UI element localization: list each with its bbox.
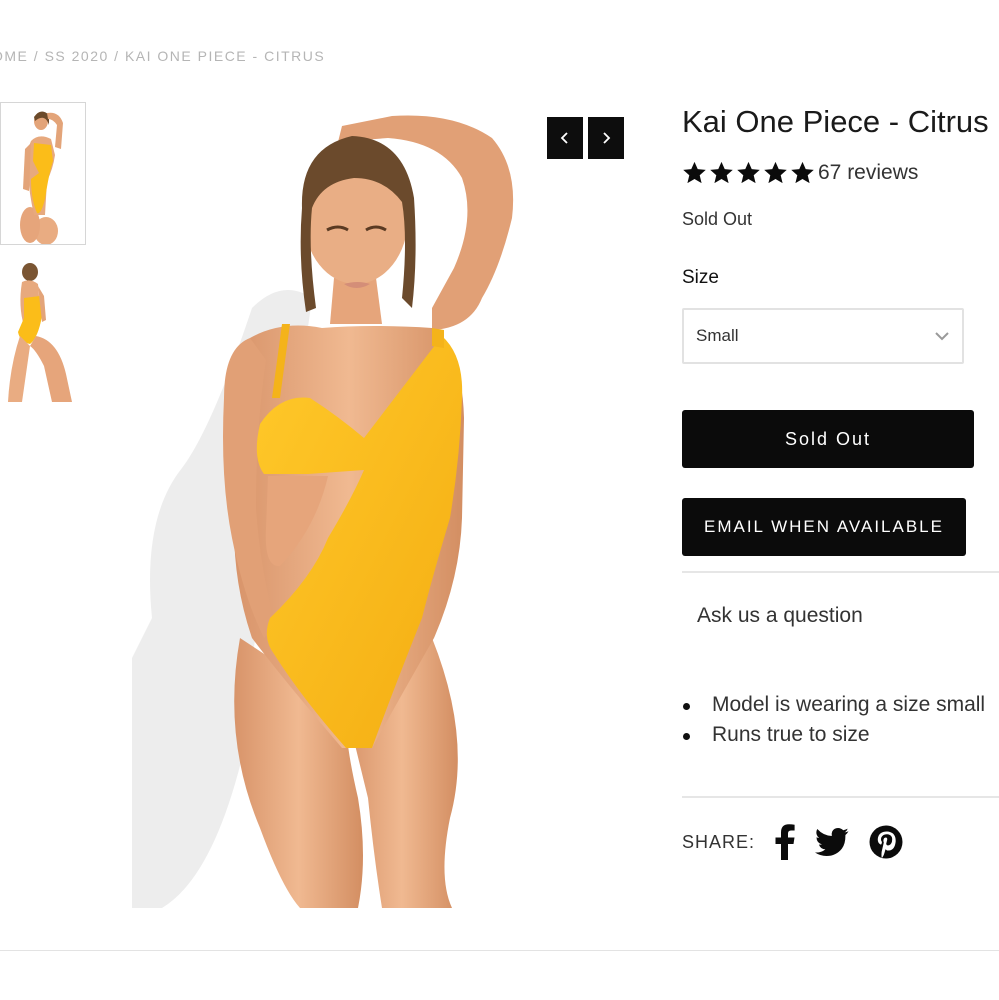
star-icon [710,161,733,184]
share-row: SHARE: [682,824,903,860]
ask-question-link[interactable]: Ask us a question [697,604,863,628]
reviews-count[interactable]: 67 reviews [818,161,918,185]
size-select[interactable]: Small [682,308,964,364]
thumbnail-front[interactable] [0,102,86,245]
breadcrumb-home[interactable]: OME [0,48,28,64]
product-photo-illustration [132,98,532,908]
star-icon [764,161,787,184]
size-label: Size [682,267,719,288]
star-icon [737,161,760,184]
twitter-icon[interactable] [815,828,849,856]
chevron-left-icon [560,132,568,144]
thumbnail-back[interactable] [0,256,76,402]
sold-out-button[interactable]: Sold Out [682,410,974,468]
list-item: Runs true to size [682,720,985,750]
pinterest-icon[interactable] [869,825,903,859]
divider [682,571,999,573]
breadcrumb-separator: / [28,48,45,64]
gallery-prev-button[interactable] [547,117,583,159]
product-main-image[interactable] [132,98,532,908]
star-icon [683,161,706,184]
breadcrumb-separator: / [108,48,125,64]
breadcrumb-current: KAI ONE PIECE - CITRUS [124,48,326,64]
stock-status: Sold Out [682,209,753,229]
facebook-icon[interactable] [775,824,795,860]
product-title: Kai One Piece - Citrus [682,104,989,139]
list-item: Model is wearing a size small [682,690,985,720]
chevron-down-icon [935,332,949,341]
thumbnail-back-image [0,256,76,402]
footer-divider [0,950,999,951]
gallery-next-button[interactable] [588,117,624,159]
product-details-list: Model is wearing a size small Runs true … [682,690,985,750]
share-label: SHARE: [682,831,756,852]
star-icon [791,161,814,184]
divider [682,796,999,798]
size-select-value: Small [696,326,739,345]
rating-stars [682,161,815,185]
breadcrumb: OME / SS 2020 / KAI ONE PIECE - CITRUS [0,48,325,64]
email-when-available-button[interactable]: EMAIL WHEN AVAILABLE [682,498,966,556]
breadcrumb-collection[interactable]: SS 2020 [45,48,109,64]
chevron-right-icon [603,132,611,144]
product-rating[interactable]: 67 reviews [682,161,918,185]
thumbnail-front-image [1,103,85,244]
